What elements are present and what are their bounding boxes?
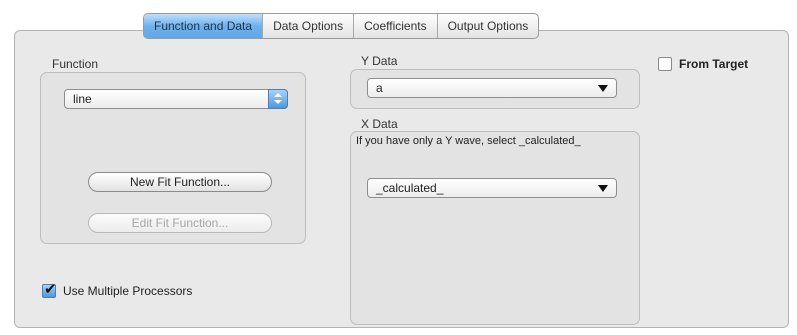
up-down-arrows-icon [268,89,288,109]
function-select-value: line [73,92,92,106]
edit-fit-function-button[interactable]: Edit Fit Function... [88,213,272,233]
tab-output-options[interactable]: Output Options [436,14,539,38]
y-data-select[interactable]: a [367,78,617,98]
new-fit-function-button[interactable]: New Fit Function... [88,172,272,192]
from-target-label: From Target [679,57,749,71]
function-select[interactable]: line [64,89,288,109]
function-label: Function [52,57,99,71]
tab-bar: Function and Data Data Options Coefficie… [143,13,540,39]
use-multiple-processors-label: Use Multiple Processors [63,284,193,298]
x-data-group [350,131,640,325]
y-data-label: Y Data [361,54,398,68]
tab-coefficients[interactable]: Coefficients [353,14,436,38]
use-multiple-processors-checkbox[interactable]: ✔ [42,280,57,298]
x-data-select[interactable]: _calculated_ [367,178,617,198]
tab-data-options[interactable]: Data Options [262,14,353,38]
y-data-select-value: a [376,81,383,95]
from-target-checkbox[interactable] [658,57,672,71]
x-data-label: X Data [361,117,398,131]
tab-function-and-data[interactable]: Function and Data [144,14,263,38]
checkmark-icon: ✔ [44,280,57,298]
x-data-hint: If you have only a Y wave, select _calcu… [356,135,581,147]
x-data-select-value: _calculated_ [376,181,444,195]
chevron-down-icon [598,85,608,92]
chevron-down-icon [598,185,608,192]
